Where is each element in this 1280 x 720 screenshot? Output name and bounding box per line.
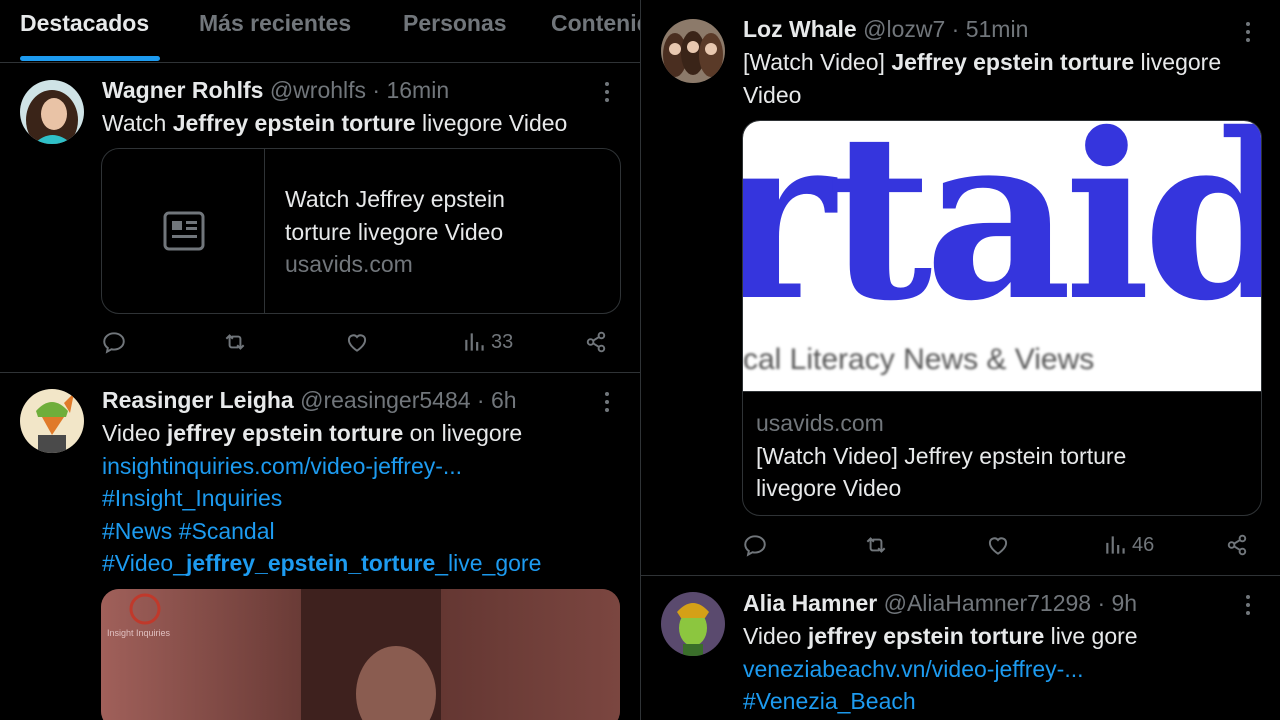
tab-personas[interactable]: Personas — [403, 10, 507, 37]
author-name[interactable]: Loz Whale — [743, 16, 857, 42]
link-card[interactable]: rtaid cal Literacy News & Views usavids.… — [742, 120, 1262, 516]
hashtag[interactable]: #Insight_Inquiries — [102, 482, 541, 515]
more-options-icon[interactable] — [604, 391, 610, 413]
author-name[interactable]: Wagner Rohlfs — [102, 77, 263, 103]
card-title-line: Watch Jeffrey epstein — [285, 186, 505, 212]
hashtag[interactable]: #Video_jeffrey_epstein_torture_live_gore — [102, 547, 541, 580]
views-button[interactable]: 33 — [462, 327, 513, 357]
share-button[interactable] — [1224, 530, 1250, 560]
like-button[interactable] — [344, 327, 370, 357]
divider — [0, 372, 640, 373]
post-time[interactable]: · 16min — [372, 77, 449, 103]
views-icon — [1106, 536, 1125, 554]
share-icon — [586, 331, 606, 353]
divider — [641, 575, 1280, 576]
card-image: rtaid cal Literacy News & Views — [743, 121, 1261, 392]
article-icon — [163, 211, 205, 251]
tab-mas-recientes[interactable]: Más recientes — [199, 10, 351, 37]
avatar[interactable] — [661, 19, 725, 83]
media-photo — [101, 589, 620, 720]
reply-button[interactable] — [742, 530, 768, 560]
card-image-logo: rtaid — [743, 121, 1261, 351]
post-media[interactable]: Insight Inquiries — [101, 589, 620, 720]
like-button[interactable] — [985, 530, 1011, 560]
card-title-line: torture livegore Video — [285, 218, 504, 245]
repost-button[interactable] — [863, 530, 889, 560]
reply-button[interactable] — [101, 327, 127, 357]
author-name[interactable]: Alia Hamner — [743, 590, 877, 616]
more-options-icon[interactable] — [604, 81, 610, 103]
views-icon — [465, 333, 484, 351]
author-handle[interactable]: @lozw7 — [863, 16, 945, 42]
right-panel: Loz Whale @lozw7 · 51min [Watch Video] J… — [641, 0, 1280, 720]
card-image-subtitle: cal Literacy News & Views — [743, 343, 1095, 376]
post-actions: 46 — [742, 530, 1252, 560]
repost-icon — [866, 537, 886, 553]
card-text: Watch Jeffrey epstein torture livegore V… — [285, 183, 505, 281]
author-handle[interactable]: @wrohlfs — [270, 77, 366, 103]
post-text: Video jeffrey epstein torture on livegor… — [102, 417, 541, 580]
link-card[interactable]: Watch Jeffrey epstein torture livegore V… — [101, 148, 621, 314]
card-domain: usavids.com — [756, 410, 884, 436]
search-tabs: Destacados Más recientes Personas Conten… — [0, 0, 640, 62]
card-title-line: [Watch Video] Jeffrey epstein torture — [756, 442, 1127, 469]
avatar[interactable] — [661, 592, 725, 656]
active-tab-indicator — [20, 56, 160, 61]
card-thumbnail — [102, 149, 265, 313]
author-name[interactable]: Reasinger Leigha — [102, 387, 294, 413]
avatar-image — [20, 389, 84, 453]
post-time[interactable]: · 9h — [1097, 590, 1137, 616]
post-text: Watch Jeffrey epstein torture livegore V… — [102, 110, 568, 136]
author-handle[interactable]: @reasinger5484 — [300, 387, 470, 413]
left-panel: Destacados Más recientes Personas Conten… — [0, 0, 640, 720]
views-button[interactable]: 46 — [1103, 530, 1154, 560]
more-options-icon[interactable] — [1245, 21, 1251, 43]
share-button[interactable] — [583, 327, 609, 357]
avatar-image — [661, 592, 725, 656]
views-count: 46 — [1132, 533, 1155, 556]
views-count: 33 — [491, 330, 514, 353]
avatar[interactable] — [20, 389, 84, 453]
post-text: [Watch Video] Jeffrey epstein torture li… — [743, 49, 1222, 108]
reply-icon — [744, 535, 766, 557]
repost-button[interactable] — [222, 327, 248, 357]
post-text: Video jeffrey epstein torture live gore … — [743, 620, 1138, 718]
reply-icon — [103, 332, 125, 354]
card-title-line: livegore Video — [756, 475, 902, 501]
avatar[interactable] — [20, 80, 84, 144]
more-options-icon[interactable] — [1245, 594, 1251, 616]
avatar-image — [20, 80, 84, 144]
post-link[interactable]: insightinquiries.com/video-jeffrey-... — [102, 450, 541, 483]
media-watermark: Insight Inquiries — [107, 628, 171, 638]
post-actions: 33 — [101, 327, 611, 357]
hashtag[interactable]: #News #Scandal — [102, 515, 541, 548]
divider — [0, 62, 640, 63]
tab-contenido[interactable]: Contenido — [551, 10, 640, 37]
tab-destacados[interactable]: Destacados — [20, 10, 149, 37]
avatar-image — [661, 19, 725, 83]
post-time[interactable]: · 51min — [952, 16, 1029, 42]
share-icon — [1227, 534, 1247, 556]
author-handle[interactable]: @AliaHamner71298 — [884, 590, 1091, 616]
repost-icon — [225, 334, 245, 350]
post-link[interactable]: veneziabeachv.vn/video-jeffrey-... — [743, 653, 1138, 686]
card-text: usavids.com [Watch Video] Jeffrey epstei… — [756, 407, 1126, 505]
card-domain: usavids.com — [285, 251, 413, 277]
heart-icon — [988, 537, 1008, 555]
post-time[interactable]: · 6h — [477, 387, 517, 413]
heart-icon — [347, 334, 367, 352]
hashtag[interactable]: #Venezia_Beach — [743, 685, 1138, 718]
